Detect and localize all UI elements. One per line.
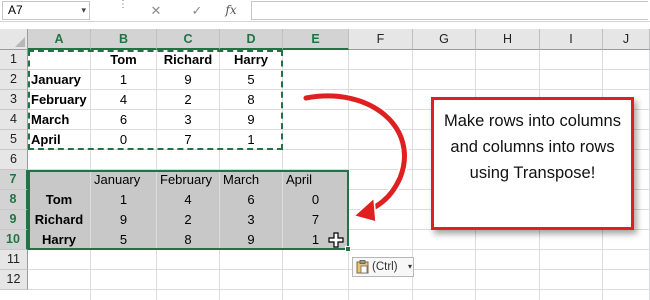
row-header-12[interactable]: 12 — [0, 270, 28, 290]
name-box[interactable]: A7 ▾ — [2, 1, 90, 20]
name-box-value: A7 — [8, 3, 23, 17]
formula-input[interactable] — [251, 1, 648, 20]
column-header-f[interactable]: F — [349, 29, 413, 50]
fx-icon[interactable]: fx — [220, 1, 242, 20]
row-header-10[interactable]: 10 — [0, 230, 28, 250]
column-header-b[interactable]: B — [91, 29, 157, 50]
formula-bar: A7 ▾ ⋮ ✕ ✓ fx — [0, 0, 650, 22]
copy-range-marquee — [28, 50, 283, 150]
row-header-2[interactable]: 2 — [0, 70, 28, 90]
select-all-corner[interactable] — [0, 29, 28, 50]
row-header-1[interactable]: 1 — [0, 50, 28, 70]
paste-options-label: (Ctrl) — [372, 261, 398, 273]
column-header-j[interactable]: J — [603, 29, 650, 50]
row-header-6[interactable]: 6 — [0, 150, 28, 170]
row-header-8[interactable]: 8 — [0, 190, 28, 210]
cancel-icon[interactable]: ✕ — [145, 1, 167, 20]
curved-arrow-icon — [301, 91, 409, 224]
clipboard-icon — [356, 260, 369, 274]
paste-options-button[interactable]: (Ctrl) ▾ — [352, 257, 414, 277]
callout-box: Make rows into columns and columns into … — [431, 97, 634, 230]
fill-handle[interactable] — [345, 246, 351, 252]
column-header-a[interactable]: A — [28, 29, 91, 50]
row-header-9[interactable]: 9 — [0, 210, 28, 230]
column-header-d[interactable]: D — [220, 29, 283, 50]
row-header-3[interactable]: 3 — [0, 90, 28, 110]
move-cursor-icon — [328, 232, 344, 248]
name-box-dropdown-icon[interactable]: ▾ — [81, 2, 86, 19]
column-header-g[interactable]: G — [413, 29, 476, 50]
chevron-down-icon: ▾ — [408, 262, 413, 271]
row-header-5[interactable]: 5 — [0, 130, 28, 150]
gridline — [28, 269, 650, 270]
check-icon[interactable]: ✓ — [186, 1, 208, 20]
formula-bar-resize-handle[interactable]: ⋮ — [118, 0, 128, 10]
callout-text: Make rows into columns and columns into … — [444, 112, 621, 182]
row-header-4[interactable]: 4 — [0, 110, 28, 130]
column-header-e[interactable]: E — [283, 29, 349, 50]
gridline — [28, 289, 650, 290]
row-header-11[interactable]: 11 — [0, 250, 28, 270]
row-header-7[interactable]: 7 — [0, 170, 28, 190]
column-header-i[interactable]: I — [540, 29, 603, 50]
column-header-c[interactable]: C — [157, 29, 220, 50]
column-header-h[interactable]: H — [476, 29, 540, 50]
